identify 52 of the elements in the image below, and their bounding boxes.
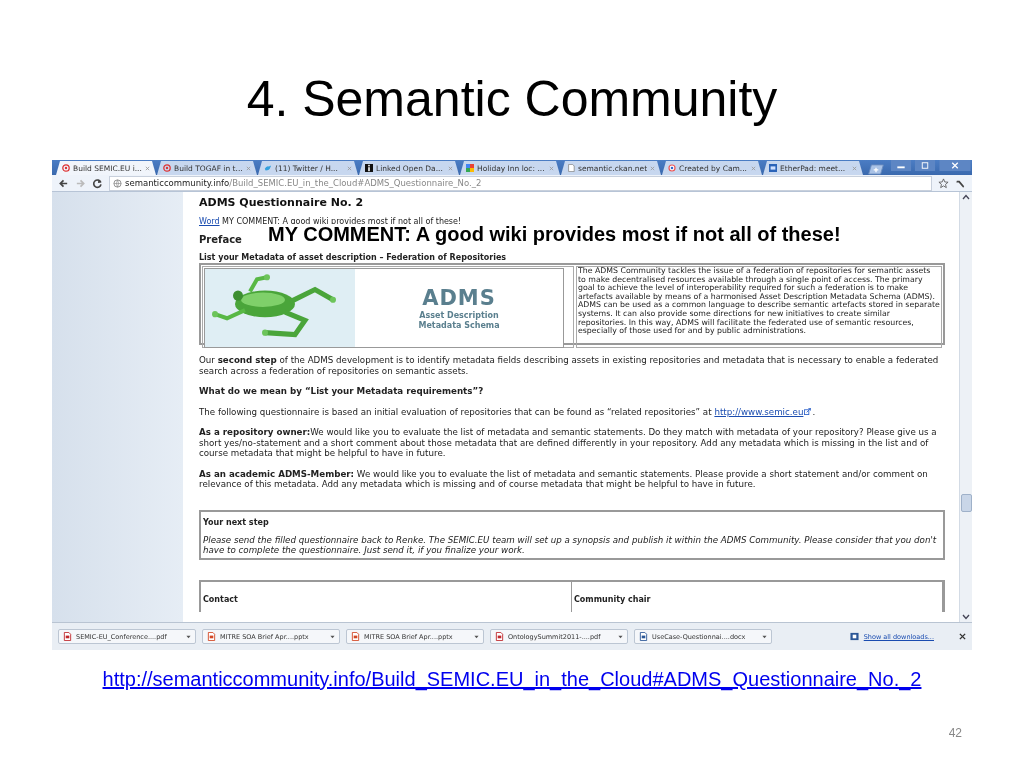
paragraph: Our second step of the ADMS development is to identify metadata fields describing assets in existing repositories and metadata that is necessary to enable a federated search across a federation of repositories on semantic assets. <box>199 355 940 376</box>
page-icon <box>567 164 575 172</box>
back-icon[interactable] <box>58 177 69 189</box>
info-icon <box>365 164 373 172</box>
caret-icon[interactable] <box>330 634 335 639</box>
section-heading: Preface <box>199 234 242 247</box>
bird-icon <box>264 164 272 172</box>
logo-title: ADMS <box>422 285 496 311</box>
new-tab-icon[interactable] <box>866 164 886 175</box>
caret-icon[interactable] <box>186 634 191 639</box>
globe-icon <box>113 178 122 188</box>
target-icon <box>668 164 676 172</box>
section-title: List your Metadata of asset description – Federation of Repositories <box>199 253 508 262</box>
logo-subtitle: Metadata Schema <box>418 321 500 331</box>
paragraph: As a repository owner:We would like you to evaluate the list of metadata and semantic statements. Do they match with metadata of your repository? Please give us a short yes/no-statement and a short comment about those metadata that are defined differently in your repository. Add any metadata which is missing in the list and of course metadata that might be helpful to have in future. <box>199 427 938 459</box>
comment-overlay: MY COMMENT: A good wiki provides most if not all of these! <box>268 224 841 244</box>
close-icon[interactable] <box>959 633 966 640</box>
scrollbar[interactable] <box>959 192 972 622</box>
restore-icon[interactable] <box>914 160 936 171</box>
file-icon <box>639 632 648 641</box>
box-title: Your next step <box>203 517 270 527</box>
scroll-down-icon[interactable] <box>961 612 971 622</box>
pad-icon <box>769 164 777 172</box>
file-icon <box>495 632 504 641</box>
slide-title: 4. Semantic Community <box>246 70 778 129</box>
table-header: Contact <box>203 594 238 604</box>
star-icon[interactable] <box>938 177 949 189</box>
minimize-icon[interactable] <box>890 160 912 171</box>
box-text: Please send the filled questionnaire back to Renke. The SEMIC.EU team will set up a synopsis and publish it within the ADMS Community. Please consider that you don't have to complete the questionnaire. Just send it, if you finalize your work. <box>203 534 938 555</box>
grid-icon <box>466 164 474 172</box>
file-icon <box>63 632 72 641</box>
caret-icon[interactable] <box>474 634 479 639</box>
semic-link[interactable]: http://www.semic.eu <box>714 406 804 417</box>
file-icon <box>207 632 216 641</box>
address-field[interactable]: semanticcommunity.info/Build_SEMIC.EU_in_the_Cloud#ADMS_Questionnaire_No._2 <box>109 175 932 191</box>
scroll-up-icon[interactable] <box>961 192 971 202</box>
caret-icon[interactable] <box>618 634 623 639</box>
page-link[interactable]: http://semanticcommunity.info/Build_SEMIC.EU_in_the_Cloud#ADMS_Questionnaire_No._2 <box>102 668 922 691</box>
caret-icon[interactable] <box>762 634 767 639</box>
file-icon <box>351 632 360 641</box>
paragraph: As an academic ADMS-Member: We would like you to evaluate the list of metadata and semantic statements. Please provide a short statement and/or comment on relevance of this metadata. Add any metadata which is missing and of course metadata that might be helpful to have in future. <box>199 468 929 490</box>
logo-subtitle: Asset Description <box>419 311 499 321</box>
downloads-icon <box>849 632 859 641</box>
table-header: Community chair <box>574 594 651 604</box>
question-heading: What do we mean by “List your Metadata requirements”? <box>199 386 485 397</box>
word-link[interactable]: Word <box>199 217 220 226</box>
page-number: 42 <box>948 726 962 740</box>
paragraph: The following questionnaire is based an initial evaluation of repositories that can be found as “related repositories” at http://www.semic.eu . <box>199 406 817 417</box>
external-link-icon <box>804 407 812 415</box>
scroll-thumb[interactable] <box>960 494 972 512</box>
reload-icon[interactable] <box>92 177 103 189</box>
page-heading: ADMS Questionnaire No. 2 <box>199 196 365 211</box>
